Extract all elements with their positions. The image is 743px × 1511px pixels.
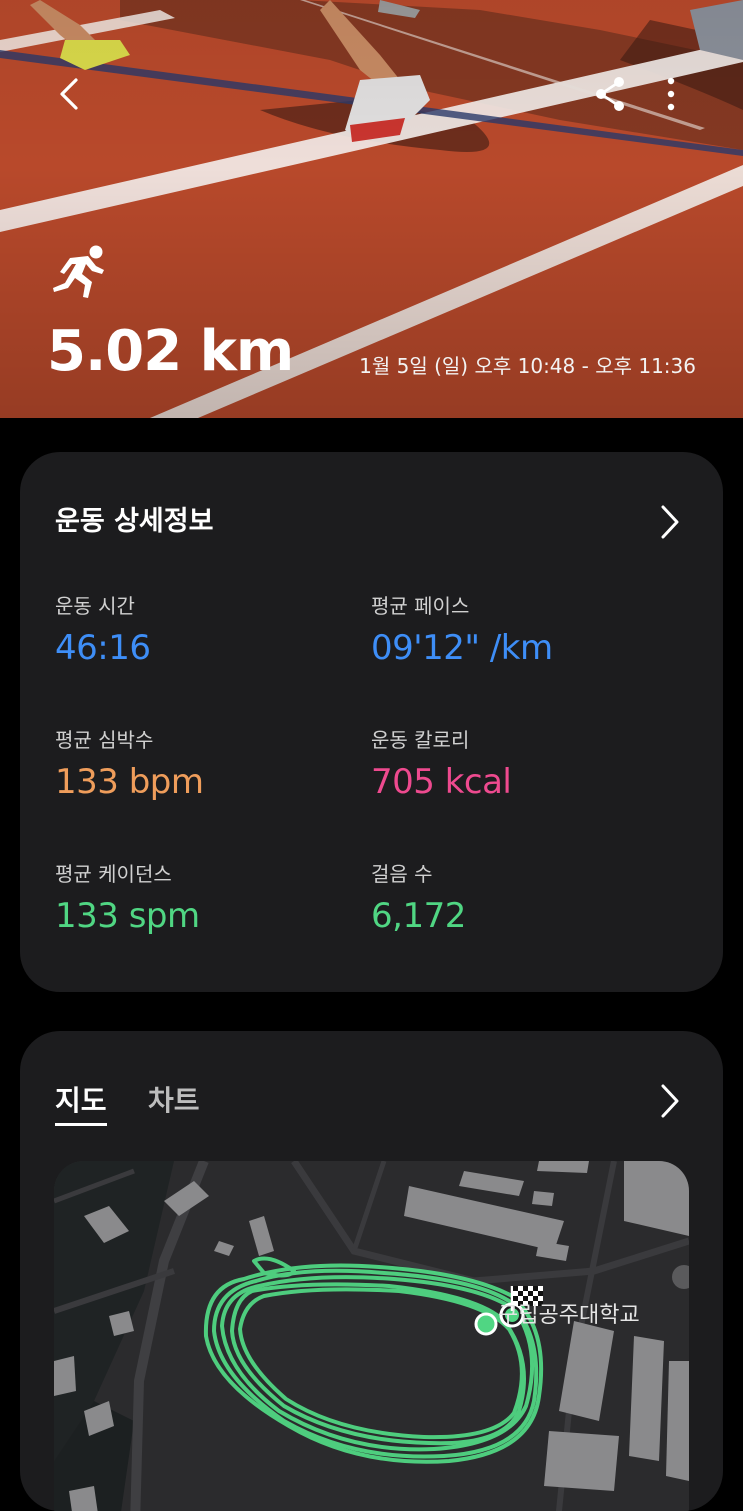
- workout-distance: 5.02 km: [47, 319, 294, 384]
- stat-value: 133 bpm: [55, 762, 204, 802]
- workout-time-range: 1월 5일 (일) 오후 10:48 - 오후 11:36: [359, 354, 696, 378]
- stat-value: 705 kcal: [371, 762, 512, 802]
- workout-details-card[interactable]: 운동 상세정보 운동 시간 46:16 평균 페이스 09'12" /km 평균…: [20, 452, 723, 992]
- details-title: 운동 상세정보: [55, 506, 214, 537]
- stat-label: 걸음 수: [371, 862, 433, 886]
- stat-calories: 운동 칼로리 705 kcal: [371, 726, 671, 806]
- chevron-right-icon[interactable]: [655, 502, 683, 542]
- chevron-left-icon: [60, 78, 78, 110]
- tab-chart[interactable]: 차트: [148, 1081, 200, 1121]
- more-options-button[interactable]: [656, 72, 686, 116]
- workout-hero-banner: 5.02 km 1월 5일 (일) 오후 10:48 - 오후 11:36: [0, 0, 743, 418]
- tab-map[interactable]: 지도: [55, 1081, 107, 1126]
- stat-label: 운동 칼로리: [371, 728, 470, 752]
- route-map[interactable]: 구립공주대학교: [54, 1161, 689, 1511]
- stat-duration: 운동 시간 46:16: [55, 592, 355, 672]
- map-place-label: 구립공주대학교: [498, 1303, 640, 1328]
- running-icon: [53, 245, 104, 298]
- map-canvas: [54, 1161, 689, 1511]
- share-icon: [596, 77, 624, 111]
- stat-value: 6,172: [371, 896, 466, 936]
- back-button[interactable]: [50, 72, 86, 116]
- stat-value: 09'12" /km: [371, 628, 553, 668]
- stat-label: 평균 케이던스: [55, 862, 172, 886]
- chevron-right-icon[interactable]: [655, 1081, 683, 1121]
- stat-avg-pace: 평균 페이스 09'12" /km: [371, 592, 671, 672]
- route-map-card: 지도 차트 구립공주대학교: [20, 1031, 723, 1511]
- share-button[interactable]: [590, 72, 630, 116]
- stat-label: 평균 페이스: [371, 594, 470, 618]
- stat-value: 46:16: [55, 628, 151, 668]
- stat-value: 133 spm: [55, 896, 200, 936]
- stat-avg-heart-rate: 평균 심박수 133 bpm: [55, 726, 355, 806]
- more-vertical-icon: [667, 77, 675, 111]
- stat-label: 운동 시간: [55, 594, 135, 618]
- stat-label: 평균 심박수: [55, 728, 154, 752]
- stat-steps: 걸음 수 6,172: [371, 860, 671, 940]
- stat-avg-cadence: 평균 케이던스 133 spm: [55, 860, 355, 940]
